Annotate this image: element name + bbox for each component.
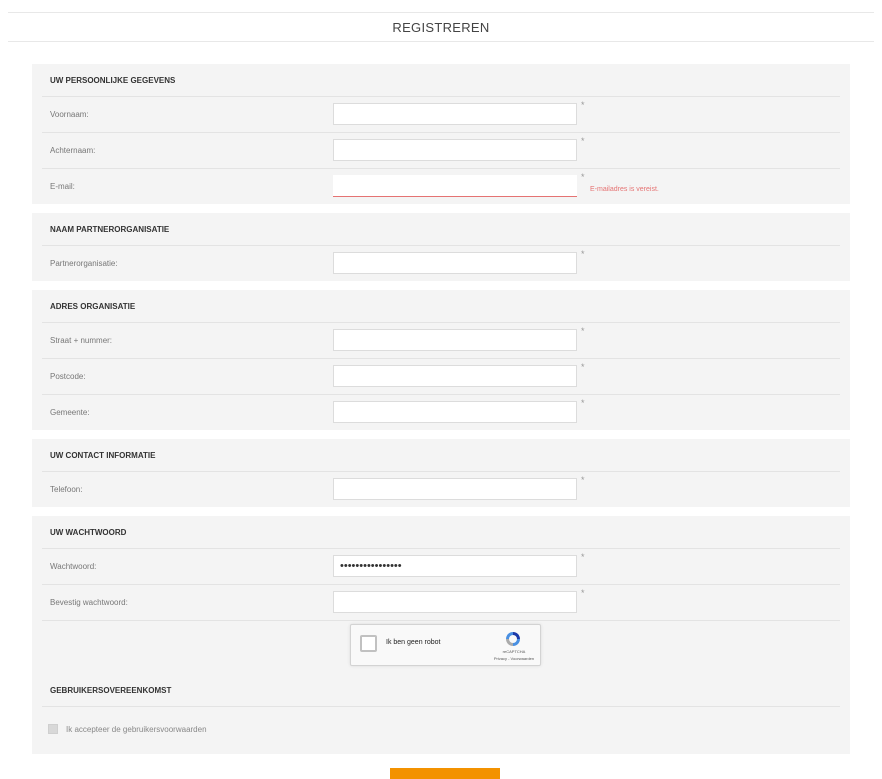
form-row-last-name: Achternaam: * [42,132,840,168]
captcha-links[interactable]: Privacy - Voorwaarden [484,656,544,661]
postcode-label: Postcode: [50,372,86,381]
section-title: GEBRUIKERSOVEREENKOMST [50,685,172,695]
section-address: ADRES ORGANISATIE Straat + nummer: * Pos… [32,290,850,430]
section-partner: NAAM PARTNERORGANISATIE Partnerorganisat… [32,213,850,281]
form-row-first-name: Voornaam: * [42,96,840,132]
phone-label: Telefoon: [50,485,83,494]
section-password: UW WACHTWOORD Wachtwoord: * Bevestig wac… [32,516,850,676]
city-field[interactable] [333,401,577,423]
section-title: UW PERSOONLIJKE GEGEVENS [50,75,176,85]
accept-terms-checkbox[interactable] [48,724,58,734]
form-row-postcode: Postcode: * [42,358,840,394]
page-title: REGISTREREN [392,19,490,35]
recaptcha-logo-icon [506,632,520,646]
email-label: E-mail: [50,182,75,191]
section-title: UW WACHTWOORD [50,527,127,537]
section-title: ADRES ORGANISATIE [50,301,136,311]
last-name-field[interactable] [333,139,577,161]
required-mark: * [581,588,585,598]
postcode-field[interactable] [333,365,577,387]
required-mark: * [581,100,585,110]
email-field[interactable] [333,175,577,197]
section-title: UW CONTACT INFORMATIE [50,450,156,460]
street-label: Straat + nummer: [50,336,113,345]
required-mark: * [581,172,585,182]
required-mark: * [581,552,585,562]
street-field[interactable] [333,329,577,351]
confirm-password-label: Bevestig wachtwoord: [50,598,128,607]
required-mark: * [581,475,585,485]
recaptcha-widget: Ik ben geen robot reCAPTCHA Privacy - Vo… [350,624,541,666]
section-personal: UW PERSOONLIJKE GEGEVENS Voornaam: * Ach… [32,64,850,204]
page-title-bar: REGISTREREN [8,12,874,42]
submit-button[interactable] [390,768,500,779]
section-agreement: GEBRUIKERSOVEREENKOMST Ik accepteer de g… [32,674,850,754]
form-row-organisation: Partnerorganisatie: * [42,245,840,281]
organisation-label: Partnerorganisatie: [50,259,118,268]
email-error-message: E-mailadres is vereist. [590,186,659,193]
section-title: NAAM PARTNERORGANISATIE [50,224,170,234]
required-mark: * [581,136,585,146]
required-mark: * [581,362,585,372]
accept-terms-label[interactable]: Ik accepteer de gebruikersvoorwaarden [66,725,207,734]
city-label: Gemeente: [50,408,90,417]
captcha-row: Ik ben geen robot reCAPTCHA Privacy - Vo… [42,620,840,676]
phone-field[interactable] [333,478,577,500]
form-row-city: Gemeente: * [42,394,840,430]
organisation-field[interactable] [333,252,577,274]
first-name-field[interactable] [333,103,577,125]
required-mark: * [581,326,585,336]
captcha-checkbox[interactable] [360,635,377,652]
last-name-label: Achternaam: [50,146,96,155]
captcha-brand: reCAPTCHA [502,649,526,654]
form-row-email: E-mail: * E-mailadres is vereist. [42,168,840,204]
section-contact: UW CONTACT INFORMATIE Telefoon: * [32,439,850,507]
form-row-password: Wachtwoord: * [42,548,840,584]
form-row-street: Straat + nummer: * [42,322,840,358]
first-name-label: Voornaam: [50,110,89,119]
password-label: Wachtwoord: [50,562,97,571]
required-mark: * [581,398,585,408]
password-field[interactable] [333,555,577,577]
form-row-confirm-password: Bevestig wachtwoord: * [42,584,840,620]
confirm-password-field[interactable] [333,591,577,613]
form-row-phone: Telefoon: * [42,471,840,507]
agreement-row: Ik accepteer de gebruikersvoorwaarden [42,706,840,754]
captcha-label: Ik ben geen robot [386,639,441,646]
required-mark: * [581,249,585,259]
